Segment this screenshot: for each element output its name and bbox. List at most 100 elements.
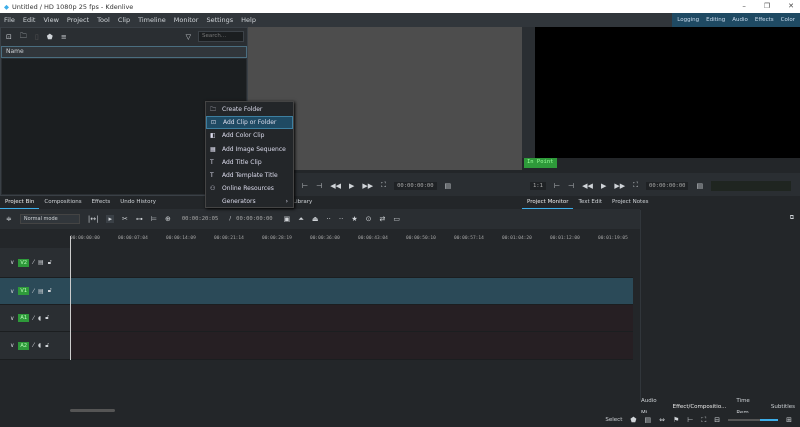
track-area[interactable] (70, 248, 633, 277)
zoom-in-icon[interactable]: ⊞ (786, 416, 792, 424)
tab-compositions[interactable]: Compositions (39, 196, 86, 208)
clip-timecode[interactable]: 00:00:00:00 (394, 181, 437, 190)
forward-icon[interactable]: ▶▶ (614, 182, 625, 190)
rewind-icon[interactable]: ◀◀ (582, 182, 593, 190)
filter-icon[interactable]: ▽ (186, 33, 191, 41)
effects-icon[interactable]: ⁄ (33, 342, 34, 349)
dock-options-icon[interactable]: ⧉ (790, 214, 794, 222)
column-header-name[interactable]: Name (1, 46, 247, 58)
audio-thumbs-icon[interactable]: ⇔ (659, 416, 665, 424)
playhead[interactable] (70, 236, 71, 360)
play-icon[interactable]: ▶ (601, 182, 606, 190)
slip-tool-icon[interactable]: ⊶ (136, 215, 143, 223)
tab-project-monitor[interactable]: Project Monitor (522, 196, 574, 209)
edit-mode-select[interactable]: Normal mode (19, 214, 80, 224)
track-name[interactable]: A2 (18, 341, 30, 350)
menu-view[interactable]: View (43, 16, 58, 24)
maximize-button[interactable]: ❐ (764, 0, 770, 13)
workspace-editing[interactable]: Editing (706, 17, 725, 23)
lock-icon[interactable]: 🔓︎ (45, 342, 49, 350)
menu-clip[interactable]: Clip (118, 16, 130, 24)
favorite-icon[interactable]: ★ (351, 215, 357, 223)
audio-icon[interactable]: ◖ (38, 342, 41, 349)
tab-project-bin[interactable]: Project Bin (0, 196, 40, 209)
workspace-effects[interactable]: Effects (755, 17, 774, 23)
menu-settings[interactable]: Settings (206, 16, 233, 24)
tab-subtitles[interactable]: Subtitles (766, 401, 800, 413)
monitor-menu-icon[interactable]: ▤ (445, 182, 452, 190)
effects-icon[interactable]: ⁄ (33, 288, 34, 295)
rewind-icon[interactable]: ◀◀ (330, 182, 341, 190)
menu-item-online-resources[interactable]: ⚇ Online Resources (206, 182, 293, 195)
forward-icon[interactable]: ▶▶ (362, 182, 373, 190)
set-out-icon[interactable]: ⊣ (568, 182, 574, 190)
menu-help[interactable]: Help (241, 16, 256, 24)
filmstrip-icon[interactable]: ▤ (644, 416, 651, 424)
timeline-position[interactable]: 00:00:20:05 (179, 215, 221, 223)
markers-icon[interactable]: ⚑ (673, 416, 679, 424)
zoom-select[interactable]: 1:1 (530, 181, 546, 190)
tab-text-edit[interactable]: Text Edit (573, 196, 607, 208)
add-clip-icon[interactable]: ⊡ (6, 33, 12, 41)
menu-file[interactable]: File (4, 16, 15, 24)
set-in-icon[interactable]: ⊢ (302, 182, 308, 190)
menu-item-create-folder[interactable]: 🗀 Create Folder (206, 103, 293, 116)
delete-icon[interactable]: ▯ (35, 33, 39, 41)
menu-item-add-title-clip[interactable]: T Add Title Clip (206, 156, 293, 169)
workspace-color[interactable]: Color (781, 17, 795, 23)
ripple-tool-icon[interactable]: ⊨ (151, 215, 157, 223)
timeline-duration[interactable]: 00:00:00:00 (233, 215, 275, 223)
menu-monitor[interactable]: Monitor (174, 16, 199, 24)
track-area[interactable] (70, 305, 633, 331)
tab-effect-composition[interactable]: Effect/Compositio... (667, 401, 732, 414)
menu-project[interactable]: Project (67, 16, 89, 24)
effects-icon[interactable]: ⁄ (33, 259, 34, 266)
menu-item-generators[interactable]: Generators › (206, 195, 293, 208)
tab-undo-history[interactable]: Undo History (115, 196, 161, 208)
tab-project-notes[interactable]: Project Notes (607, 196, 653, 208)
tag-icon[interactable]: ⬟ (47, 33, 53, 41)
track-menu-icon[interactable]: ≑ (6, 215, 12, 223)
snap-icon[interactable]: ·· (339, 215, 343, 223)
play-icon[interactable]: ▶ (349, 182, 354, 190)
menu-item-add-color-clip[interactable]: ◧ Add Color Clip (206, 129, 293, 142)
track-name[interactable]: V1 (18, 287, 30, 295)
menu-icon[interactable]: ≡ (61, 33, 67, 41)
lock-icon[interactable]: 🔓︎ (48, 259, 52, 267)
effects-icon[interactable]: ⁄ (33, 315, 34, 322)
project-timecode[interactable]: 00:00:00:00 (646, 181, 689, 190)
snap-icon[interactable]: ⊢ (687, 416, 693, 424)
timeline-scrollbar[interactable] (70, 409, 115, 412)
lock-icon[interactable]: 🔓︎ (45, 314, 49, 322)
video-icon[interactable]: ▤ (38, 288, 44, 295)
razor-tool-icon[interactable]: ✂ (122, 215, 128, 223)
close-button[interactable]: ✕ (788, 0, 794, 13)
collapse-icon[interactable]: ∨ (10, 342, 14, 349)
select-tool-icon[interactable]: ▸ (106, 215, 114, 223)
subtitle-icon[interactable]: ▭ (393, 215, 400, 223)
collapse-icon[interactable]: ∨ (10, 288, 14, 295)
menu-item-add-clip-or-folder[interactable]: ⊡ Add Clip or Folder (206, 116, 293, 130)
menu-edit[interactable]: Edit (23, 16, 36, 24)
fullscreen-icon[interactable]: ⛶ (381, 181, 386, 190)
zoom-slider[interactable] (728, 419, 779, 421)
workspace-logging[interactable]: Logging (677, 17, 699, 23)
lock-icon[interactable]: 🔓︎ (48, 287, 52, 295)
workspace-audio[interactable]: Audio (732, 17, 748, 23)
new-folder-icon[interactable]: 🗀 (20, 32, 27, 43)
tab-effects[interactable]: Effects (87, 196, 116, 208)
menu-item-add-template-title[interactable]: T Add Template Title (206, 169, 293, 182)
overwrite-icon[interactable]: ·· (326, 215, 330, 223)
fit-zoom-icon[interactable]: ⛶ (701, 416, 706, 425)
menu-tool[interactable]: Tool (97, 16, 110, 24)
extract-icon[interactable]: ⏏ (312, 215, 319, 223)
insert-icon[interactable]: ▣ (284, 215, 291, 223)
fullscreen-icon[interactable]: ⛶ (633, 181, 638, 190)
zone-icon[interactable]: ⊙ (366, 215, 372, 223)
thumbnails-icon[interactable]: ⬟ (630, 416, 636, 424)
set-out-icon[interactable]: ⊣ (316, 182, 322, 190)
minimize-button[interactable]: – (742, 0, 746, 13)
track-area[interactable] (70, 332, 633, 359)
menu-timeline[interactable]: Timeline (138, 16, 166, 24)
menu-item-add-image-sequence[interactable]: ▦ Add Image Sequence (206, 143, 293, 156)
